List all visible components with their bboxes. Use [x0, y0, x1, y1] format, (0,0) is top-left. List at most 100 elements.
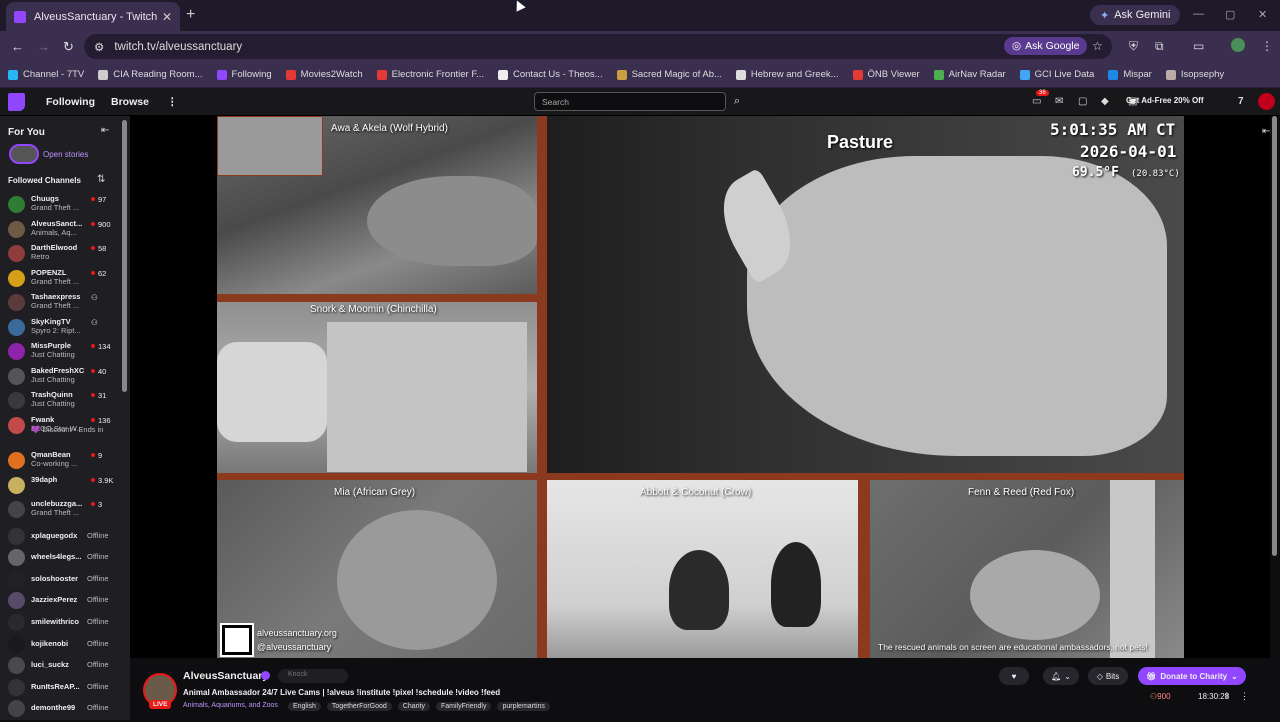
maximize-button[interactable]: ▢ [1225, 8, 1235, 21]
back-button[interactable]: ← [11, 39, 24, 54]
open-stories-link[interactable]: Open stories [43, 150, 88, 159]
followed-channel-item[interactable]: MissPurple Just Chatting 134 [0, 341, 122, 365]
followed-channel-item[interactable]: Tashaexpress Grand Theft ... ⚇ [0, 292, 122, 316]
collapse-sidebar-icon[interactable]: ⇤ [101, 125, 109, 136]
bookmark-item[interactable]: Channel - 7TV [8, 69, 84, 80]
followed-channel-item[interactable]: TrashQuinn Just Chatting 31 [0, 390, 122, 414]
bookmark-item[interactable]: CIA Reading Room... [98, 69, 203, 80]
more-options-icon[interactable]: ⋮ [1240, 691, 1249, 702]
sidepanel-icon[interactable]: ▭ [1193, 39, 1204, 53]
bookmark-item[interactable]: Following [216, 69, 272, 80]
channel-name[interactable]: AlveusSanctuary [183, 670, 268, 682]
bookmark-item[interactable]: ÖNB Viewer [852, 69, 920, 80]
offline-channel-item[interactable]: luci_suckz Offline [0, 655, 122, 679]
followed-channel-item[interactable]: 💜 Discount • Ends in [0, 425, 122, 449]
crow-shape-2 [771, 542, 821, 627]
close-window-button[interactable]: ✕ [1258, 8, 1267, 21]
viewer-count: 3 [91, 500, 102, 509]
page-scrollbar[interactable] [1272, 116, 1277, 556]
stream-tag[interactable]: Charity [397, 702, 430, 711]
offline-channel-item[interactable]: smilewithrico Offline [0, 612, 122, 636]
nav-browse[interactable]: Browse [111, 96, 149, 108]
stream-tag[interactable]: FamilyFriendly [435, 702, 492, 711]
knock-button[interactable]: Knock [278, 669, 348, 683]
bookmark-favicon-icon [1019, 69, 1030, 80]
bookmark-item[interactable]: Contact Us - Theos... [498, 69, 603, 80]
followed-channel-item[interactable]: QmanBean Co-working ... 9 [0, 450, 122, 474]
expand-chat-icon[interactable]: ⇤ [1262, 126, 1270, 137]
category-link[interactable]: Animals, Aquariums, and Zoos [183, 702, 278, 711]
followed-channel-item[interactable]: unclebuzzga... Grand Theft ... 3 [0, 499, 122, 523]
followed-channel-item[interactable]: AlveusSanct... Animals, Aq... 900 [0, 219, 122, 243]
bookmark-star-icon[interactable]: ☆ [1092, 39, 1103, 53]
user-avatar[interactable] [1258, 93, 1275, 110]
address-bar[interactable]: ⚙ twitch.tv/alveussanctuary [84, 34, 1112, 59]
offline-channel-item[interactable]: RunItsReAP... Offline [0, 677, 122, 701]
search-button[interactable]: ⌕ [728, 92, 746, 111]
channel-avatar [8, 635, 25, 653]
7tv-icon[interactable]: 7 [1238, 96, 1244, 107]
notification-count-badge: 36 [1036, 90, 1049, 96]
offline-channel-item[interactable]: JazziexPerez Offline [0, 590, 122, 614]
whispers-icon[interactable]: ✉ [1055, 96, 1063, 107]
stories-avatar[interactable] [9, 144, 39, 164]
channel-avatar [8, 269, 25, 287]
bookmark-item[interactable]: Sacred Magic of Ab... [616, 69, 722, 80]
bookmark-item[interactable]: Isopsephy [1165, 69, 1225, 80]
channel-game: Just Chatting [31, 399, 75, 408]
crown-icon[interactable]: ◆ [1101, 96, 1109, 107]
sort-icon[interactable]: ⇅ [97, 174, 105, 185]
bookmark-item[interactable]: Mispar [1108, 69, 1152, 80]
offline-channel-item[interactable]: soloshooster Offline [0, 569, 122, 593]
nav-following[interactable]: Following [46, 96, 95, 108]
channel-name: Tashaexpress [31, 292, 81, 301]
chat-icon[interactable]: ▢ [1078, 96, 1087, 107]
offline-channel-item[interactable]: xplaguegodx Offline [0, 526, 122, 550]
followed-channel-item[interactable]: POPENZL Grand Theft ... 62 [0, 268, 122, 292]
twitch-logo-icon[interactable] [8, 93, 25, 111]
browser-tab[interactable]: AlveusSanctuary - Twitch ✕ [6, 2, 180, 31]
forward-button[interactable]: → [37, 39, 50, 54]
followed-channel-item[interactable]: 39daph 3.9K [0, 475, 122, 499]
bookmark-item[interactable]: AirNav Radar [933, 69, 1006, 80]
sidebar-scrollbar[interactable] [122, 120, 127, 392]
stream-tag[interactable]: English [287, 702, 321, 711]
profile-avatar[interactable] [1231, 38, 1245, 52]
chrome-menu-icon[interactable]: ⋮ [1261, 39, 1273, 53]
site-info-icon[interactable]: ⚙ [94, 40, 104, 54]
new-tab-button[interactable]: + [186, 6, 195, 24]
extensions-icon[interactable]: ⧉ [1155, 39, 1164, 54]
bookmark-item[interactable]: Hebrew and Greek... [735, 69, 839, 80]
followed-channel-item[interactable]: SkyKingTV Spyro 2: Ript... ⚇ [0, 317, 122, 341]
bookmark-item[interactable]: Electronic Frontier F... [376, 69, 484, 80]
followed-channel-item[interactable]: Chuugs Grand Theft ... 97 [0, 194, 122, 218]
video-player[interactable]: Awa & Akela (Wolf Hybrid) Pasture 5:01:3… [130, 116, 1270, 658]
search-input[interactable]: Search [534, 92, 726, 111]
offline-channel-item[interactable]: demonthe99 Offline [0, 698, 122, 722]
ask-google-button[interactable]: ◎ Ask Google [1004, 37, 1088, 55]
follow-heart-button[interactable]: ♥ [999, 667, 1029, 685]
notification-bell-button[interactable]: 🔔︎ ⌄ [1043, 667, 1079, 685]
shield-icon[interactable]: ⛨ [1129, 39, 1138, 54]
nav-more-icon[interactable]: ⋮ [167, 96, 178, 108]
stream-tag[interactable]: TogetherForGood [326, 702, 392, 711]
donate-to-charity-button[interactable]: 🎁︎ Donate to Charity ⌄ [1138, 667, 1246, 685]
stream-tag[interactable]: purplemartins [497, 702, 550, 711]
tab-close-icon[interactable]: ✕ [162, 10, 172, 24]
bookmark-item[interactable]: Movies2Watch [285, 69, 363, 80]
bookmark-label: Isopsephy [1180, 69, 1225, 80]
followed-channel-item[interactable]: DarthElwood Retro 58 [0, 243, 122, 267]
minimize-button[interactable]: — [1193, 8, 1204, 20]
ad-free-button[interactable]: Get Ad-Free 20% Off [1126, 96, 1204, 105]
bits-button[interactable]: ◇ Bits [1088, 667, 1128, 685]
offline-channel-item[interactable]: kojikenobi Offline [0, 634, 122, 658]
share-icon[interactable]: ⇪ [1223, 691, 1231, 702]
notifications-icon[interactable]: ▭ [1032, 96, 1041, 107]
ask-gemini-button[interactable]: ✦ Ask Gemini [1090, 5, 1181, 25]
followed-channel-item[interactable]: BakedFreshXC Just Chatting 40 [0, 366, 122, 390]
bookmark-favicon-icon [616, 69, 627, 80]
reload-button[interactable]: ↻ [63, 39, 74, 55]
bookmark-item[interactable]: GCI Live Data [1019, 69, 1094, 80]
offline-channel-item[interactable]: wheels4legs... Offline [0, 547, 122, 571]
gift-icon: 🎁︎ [1146, 671, 1157, 681]
